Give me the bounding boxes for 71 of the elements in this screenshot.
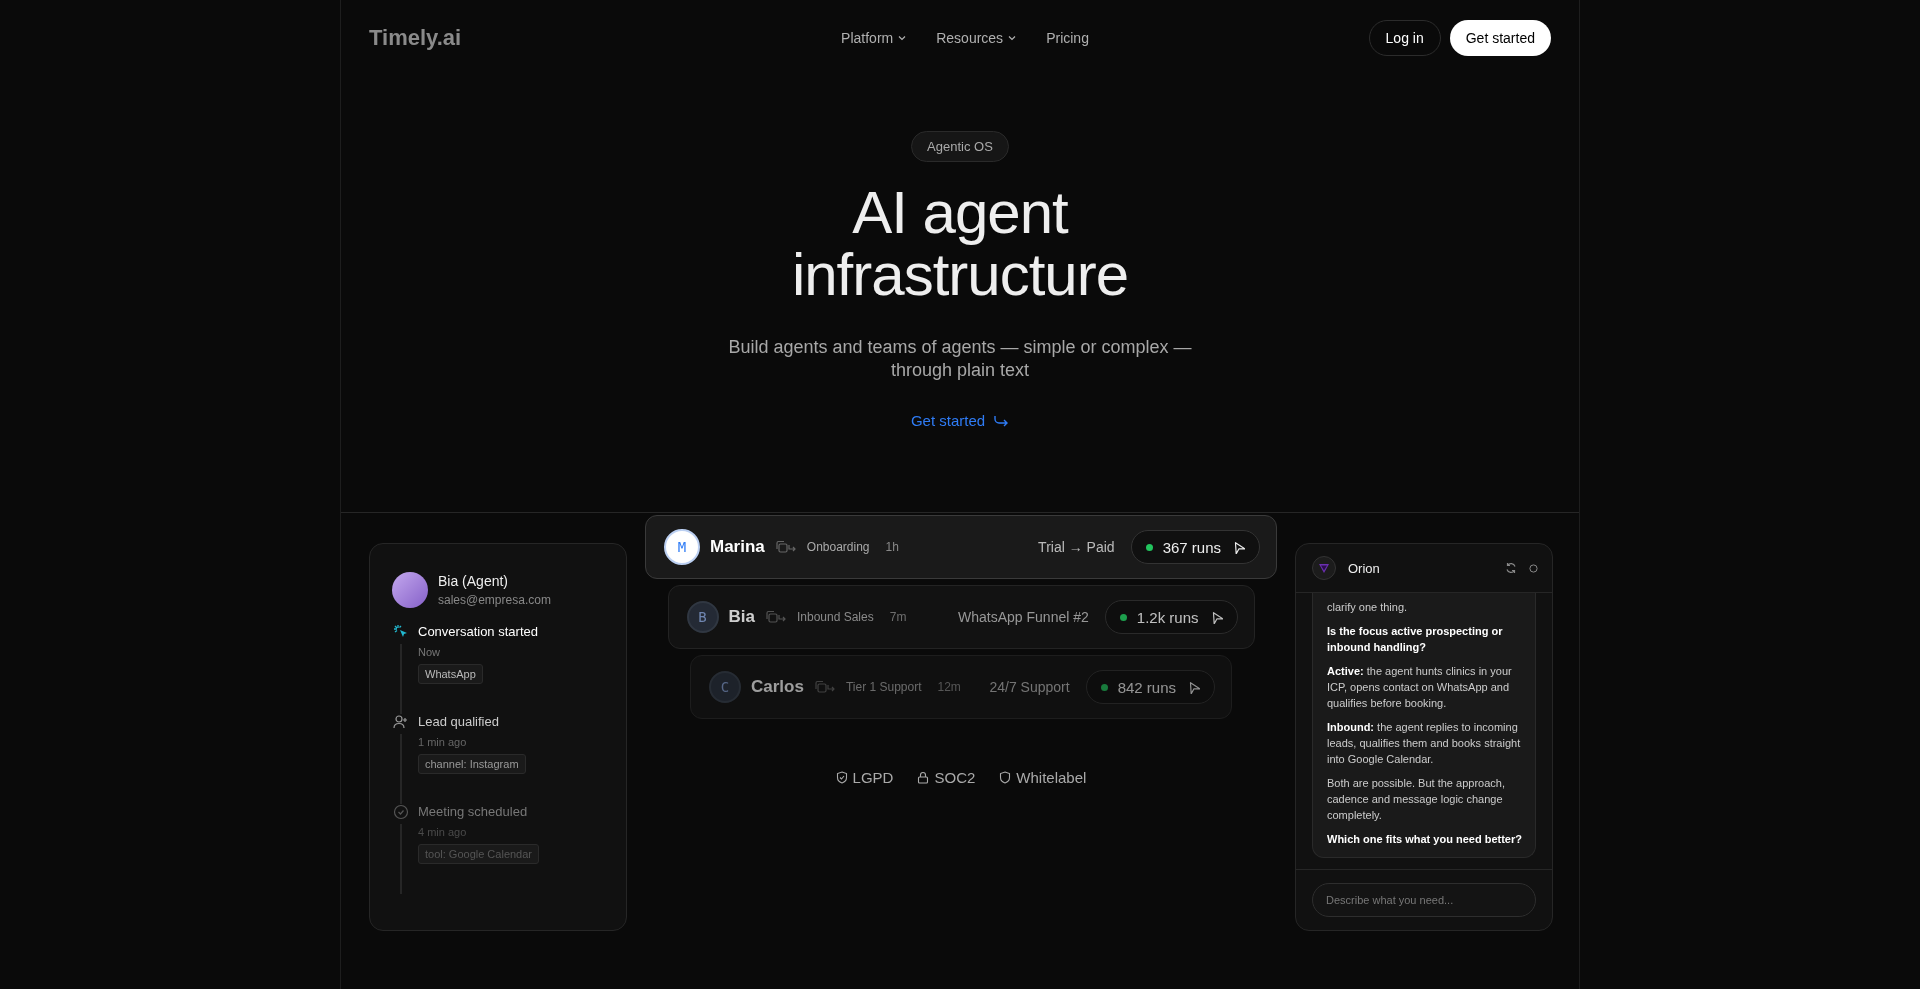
step-tag: channel: Instagram	[418, 754, 526, 774]
message-paragraph: clarify one thing.	[1327, 600, 1409, 615]
chevron-down-icon	[1008, 34, 1017, 41]
get-started-button[interactable]: Get started	[1449, 19, 1551, 56]
message-paragraph: Active: the agent hunts clinics in your ICP, opens contact on WhatsApp and qualifies before booking.	[1327, 664, 1513, 711]
trust-label: SOC2	[934, 769, 976, 786]
status-dot	[1119, 613, 1127, 621]
trust-label: LGPD	[852, 769, 894, 786]
agent-flow: Trial → Paid	[1038, 539, 1115, 555]
check-circle-icon	[393, 804, 409, 820]
agent-team: Tier 1 Support	[845, 680, 922, 694]
chevron-down-icon	[898, 34, 907, 41]
message-paragraph: Inbound: the agent replies to incoming leads, qualifies them and books straight into Google Calendar.	[1327, 720, 1522, 767]
copy-arrow-icon	[813, 680, 836, 694]
agent-avatar: M	[664, 529, 700, 565]
agent-age: 7m	[889, 610, 907, 624]
agent-name: Bia (Agent)	[438, 573, 510, 589]
step-title: Conversation started	[418, 624, 539, 640]
agent-team: Onboarding	[806, 540, 870, 554]
logo[interactable]: Timely.ai	[369, 24, 569, 51]
message-paragraph: Both are possible. But the approach, cadence and message logic change completely.	[1327, 776, 1506, 823]
user-plus-icon	[393, 714, 409, 730]
agent-row[interactable]: C Carlos Tier 1 Support 12m 24/7 Support 842 runs	[690, 655, 1232, 719]
agent-row[interactable]: M Marina Onboarding 1h Trial → Paid 367 runs	[645, 515, 1277, 579]
copy-arrow-icon	[774, 540, 797, 554]
runs-pill[interactable]: 367 runs	[1130, 530, 1260, 564]
step-tag: WhatsApp	[418, 664, 483, 684]
shield-icon	[999, 771, 1012, 784]
message-paragraph: Which one fits what you need better?	[1327, 832, 1523, 847]
badge: Agentic OS	[911, 131, 1009, 162]
get-started-link[interactable]: Get started	[910, 412, 1010, 429]
trust-label: Whitelabel	[1016, 769, 1087, 786]
arrow-icon	[993, 414, 1010, 427]
agent-name: Marina	[710, 537, 765, 557]
shield-check-icon	[835, 771, 848, 784]
agent-email: sales@empresa.com	[438, 593, 551, 607]
step-title: Lead qualified	[418, 714, 500, 730]
agent-row[interactable]: B Bia Inbound Sales 7m WhatsApp Funnel #2 1.2k runs	[667, 585, 1255, 649]
status-dot	[1100, 683, 1108, 691]
step-time: 1 min ago	[418, 736, 468, 748]
hero-title: AI agent	[851, 182, 1070, 244]
status-dot	[1145, 543, 1153, 551]
nav-link[interactable]: Resources	[936, 29, 1017, 46]
agent-avatar: C	[709, 671, 741, 703]
agent-age: 12m	[937, 680, 961, 694]
agent-age: 1h	[885, 540, 899, 554]
message-paragraph: Is the focus active prospecting or inbound handling?	[1327, 624, 1504, 655]
step-time: Now	[418, 646, 441, 658]
gem-avatar-icon	[1312, 556, 1336, 580]
circle-icon[interactable]	[1529, 563, 1538, 573]
copy-arrow-icon	[764, 610, 787, 624]
runs-pill[interactable]: 842 runs	[1085, 670, 1215, 704]
nav-link[interactable]: Pricing	[1046, 29, 1089, 46]
hero-subtitle: Build agents and teams of agents — simple or complex —	[728, 336, 1192, 359]
refresh-icon[interactable]	[1505, 562, 1517, 574]
agent-avatar: B	[686, 601, 719, 633]
chat-title: Orion	[1348, 560, 1380, 576]
agent-flow: 24/7 Support	[989, 679, 1070, 695]
chat-input[interactable]: Describe what you need...	[1312, 883, 1536, 917]
runs-pill[interactable]: 1.2k runs	[1104, 600, 1238, 634]
lock-icon	[917, 771, 930, 784]
hero-subtitle: through plain text	[889, 359, 1031, 382]
step-tag: tool: Google Calendar	[418, 844, 539, 864]
avatar	[392, 572, 428, 608]
step-title: Meeting scheduled	[418, 804, 529, 820]
agent-name: Carlos	[751, 677, 804, 697]
agent-team: Inbound Sales	[796, 610, 874, 624]
hero-title: infrastructure	[791, 244, 1129, 306]
nav-link[interactable]: Platform	[841, 29, 907, 46]
agent-name: Bia	[728, 607, 755, 627]
agent-flow: WhatsApp Funnel #2	[958, 609, 1089, 625]
